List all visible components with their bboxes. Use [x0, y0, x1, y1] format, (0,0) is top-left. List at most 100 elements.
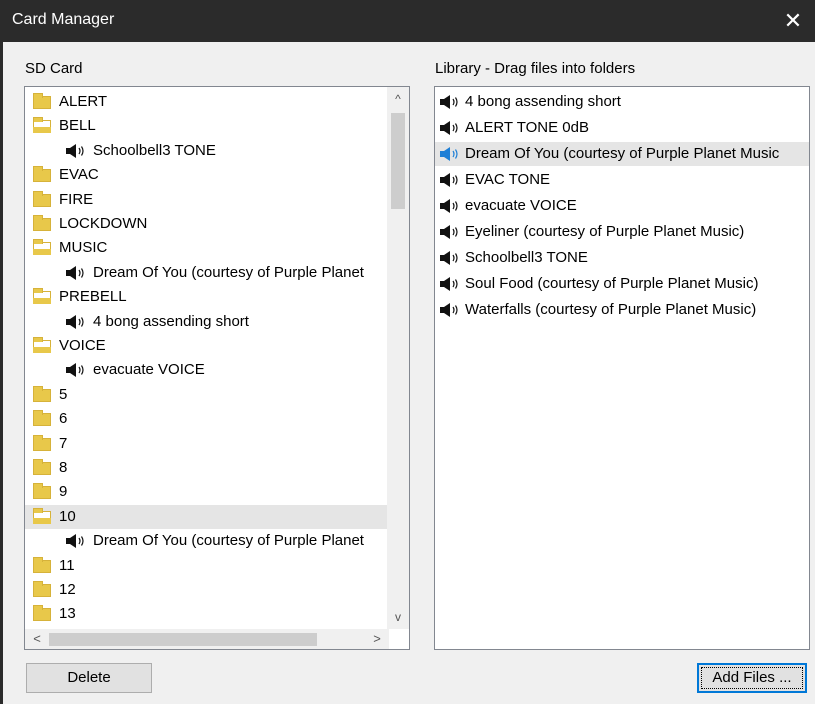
- speaker-icon: [65, 533, 87, 549]
- library-item[interactable]: Dream Of You (courtesy of Purple Planet …: [435, 142, 809, 166]
- folder-icon: [33, 93, 51, 109]
- speaker-icon: [65, 362, 87, 378]
- speaker-icon: [65, 143, 87, 159]
- library-item-label: Dream Of You (courtesy of Purple Planet …: [465, 145, 780, 162]
- speaker-icon: [439, 302, 461, 318]
- speaker-icon: [439, 94, 461, 110]
- folder-label: 8: [59, 459, 68, 476]
- folder-item[interactable]: EVAC: [25, 163, 387, 187]
- folder-item[interactable]: 9: [25, 480, 387, 504]
- library-item-label: 4 bong assending short: [465, 93, 621, 110]
- folder-item[interactable]: VOICE: [25, 334, 387, 358]
- library-item-label: Schoolbell3 TONE: [465, 249, 588, 266]
- folder-item[interactable]: 13: [25, 602, 387, 626]
- file-item[interactable]: Schoolbell3 TONE: [25, 139, 387, 163]
- library-item[interactable]: Waterfalls (courtesy of Purple Planet Mu…: [435, 298, 809, 322]
- library-item[interactable]: EVAC TONE: [435, 168, 809, 192]
- library-item[interactable]: Soul Food (courtesy of Purple Planet Mus…: [435, 272, 809, 296]
- folder-icon: [33, 605, 51, 622]
- folder-label: FIRE: [59, 190, 94, 208]
- folder-item[interactable]: 7: [25, 432, 387, 456]
- library-label: Library - Drag files into folders: [435, 60, 636, 77]
- open-folder-icon: [33, 117, 51, 134]
- file-item[interactable]: Dream Of You (courtesy of Purple Planet: [25, 529, 387, 553]
- library-item-label: Eyeliner (courtesy of Purple Planet Musi…: [465, 223, 745, 240]
- sd-card-label: SD Card: [25, 60, 83, 77]
- folder-icon: [33, 483, 51, 500]
- window-border: [0, 42, 3, 704]
- folder-icon: [33, 434, 51, 451]
- folder-item[interactable]: PREBELL: [25, 285, 387, 309]
- folder-item[interactable]: 11: [25, 554, 387, 578]
- folder-item[interactable]: 5: [25, 383, 387, 407]
- library-item[interactable]: Schoolbell3 TONE: [435, 246, 809, 270]
- speaker-icon: [439, 224, 461, 240]
- scroll-up-icon[interactable]: ^: [387, 89, 409, 109]
- add-files-label: Add Files ...: [712, 669, 792, 686]
- library-list[interactable]: 4 bong assending short ALERT TONE 0dB Drea…: [434, 86, 810, 650]
- file-item[interactable]: evacuate VOICE: [25, 358, 387, 382]
- library-item-label: Waterfalls (courtesy of Purple Planet Mu…: [465, 301, 757, 318]
- folder-icon: [33, 166, 51, 183]
- library-item-label: Soul Food (courtesy of Purple Planet Mus…: [465, 275, 759, 292]
- folder-label: 10: [59, 507, 76, 525]
- folder-icon: [33, 459, 51, 475]
- window-title: Card Manager: [12, 11, 115, 28]
- folder-label: MUSIC: [59, 239, 108, 257]
- folder-label: 13: [59, 605, 76, 623]
- open-folder-icon: [33, 507, 51, 524]
- speaker-icon: [439, 250, 461, 266]
- file-item[interactable]: 4 bong assending short: [25, 310, 387, 334]
- scroll-down-icon[interactable]: v: [387, 607, 409, 627]
- folder-label: ALERT: [59, 93, 108, 110]
- folder-label: 7: [59, 434, 68, 452]
- folder-label: 12: [59, 581, 76, 598]
- folder-item[interactable]: 6: [25, 407, 387, 431]
- delete-button[interactable]: Delete: [26, 663, 152, 693]
- folder-item[interactable]: BELL: [25, 114, 387, 138]
- library-item-label: evacuate VOICE: [465, 197, 577, 214]
- folder-item[interactable]: ALERT: [25, 90, 387, 114]
- folder-item[interactable]: 8: [25, 456, 387, 480]
- close-icon[interactable]: ✕: [771, 0, 815, 42]
- scroll-right-icon[interactable]: >: [367, 629, 387, 649]
- library-item[interactable]: 4 bong assending short: [435, 90, 809, 114]
- hscroll-thumb[interactable]: [49, 633, 317, 646]
- folder-label: LOCKDOWN: [59, 215, 148, 232]
- folder-label: 9: [59, 483, 68, 501]
- folder-item[interactable]: 12: [25, 578, 387, 602]
- folder-label: BELL: [59, 117, 96, 135]
- file-label: 4 bong assending short: [93, 312, 249, 330]
- sd-card-tree[interactable]: ALERT BELL Schoolbell3 TONE EVAC FIRE LOCKDOW…: [24, 86, 410, 650]
- folder-icon: [33, 410, 51, 427]
- folder-icon: [33, 190, 51, 207]
- open-folder-icon: [33, 337, 51, 353]
- folder-item[interactable]: 10: [25, 504, 387, 529]
- horizontal-scrollbar[interactable]: < >: [25, 629, 389, 649]
- folder-item[interactable]: MUSIC: [25, 236, 387, 260]
- folder-icon: [33, 215, 51, 231]
- folder-item[interactable]: LOCKDOWN: [25, 212, 387, 236]
- speaker-icon: [65, 314, 87, 330]
- folder-label: VOICE: [59, 337, 106, 354]
- folder-icon: [33, 385, 51, 402]
- library-item[interactable]: ALERT TONE 0dB: [435, 116, 809, 140]
- library-item-label: EVAC TONE: [465, 171, 551, 188]
- folder-item[interactable]: FIRE: [25, 188, 387, 212]
- scroll-thumb[interactable]: [391, 113, 405, 209]
- file-label: Dream Of You (courtesy of Purple Planet: [93, 532, 364, 550]
- folder-label: 5: [59, 385, 68, 403]
- library-item[interactable]: Eyeliner (courtesy of Purple Planet Musi…: [435, 220, 809, 244]
- vertical-scrollbar[interactable]: ^ v: [387, 87, 409, 629]
- library-item-label: ALERT TONE 0dB: [465, 119, 589, 136]
- file-item[interactable]: Dream Of You (courtesy of Purple Planet: [25, 261, 387, 285]
- folder-label: PREBELL: [59, 288, 127, 306]
- speaker-icon: [439, 172, 461, 188]
- speaker-icon: [439, 146, 461, 162]
- folder-label: 6: [59, 410, 68, 428]
- folder-icon: [33, 581, 51, 597]
- add-files-button[interactable]: Add Files ...: [697, 663, 807, 693]
- scroll-left-icon[interactable]: <: [27, 629, 47, 649]
- library-item[interactable]: evacuate VOICE: [435, 194, 809, 218]
- open-folder-icon: [33, 288, 51, 305]
